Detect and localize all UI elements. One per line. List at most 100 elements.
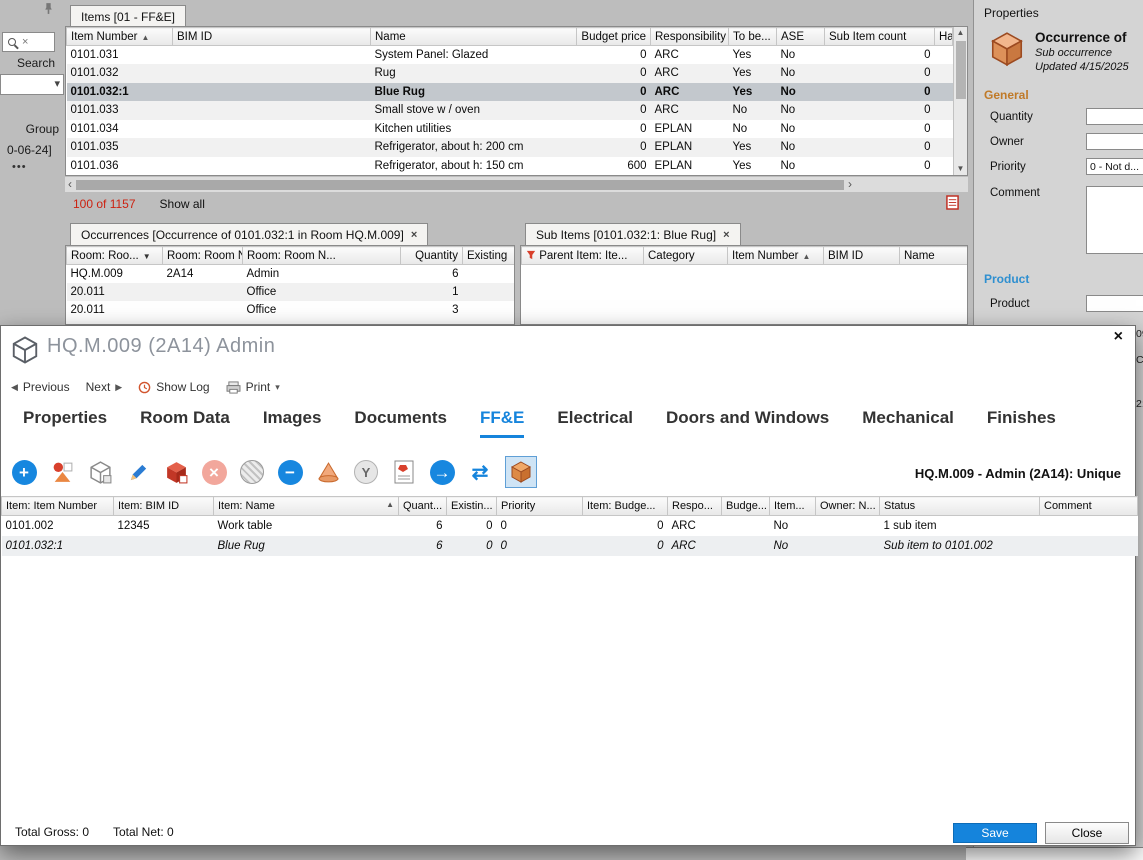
search-box[interactable]: × xyxy=(2,32,55,52)
split-y-icon[interactable]: Y xyxy=(353,459,379,485)
tab-room-data[interactable]: Room Data xyxy=(140,408,230,438)
scroll-left-icon[interactable]: ‹ xyxy=(68,178,72,191)
scroll-down-icon[interactable]: ▼ xyxy=(954,163,967,175)
vertical-scrollbar[interactable]: ▲ ▼ xyxy=(953,27,967,175)
col-header-status[interactable]: Status xyxy=(880,497,1040,516)
scrollbar-thumb[interactable] xyxy=(956,41,966,99)
table-row[interactable]: 20.011Office1 xyxy=(67,283,516,301)
table-row[interactable]: 0101.032:1 Blue Rug 6 0 0 0 ARC No Sub i… xyxy=(2,536,1138,556)
product-box-icon-selected[interactable] xyxy=(505,456,537,488)
table-row[interactable]: 0101.031System Panel: Glazed0ARCYesNo0 xyxy=(67,46,953,65)
col-header-item-number[interactable]: Item Number▲ xyxy=(67,28,173,46)
col-header-sub-item-count[interactable]: Sub Item count xyxy=(825,28,935,46)
edit-pencil-icon[interactable] xyxy=(125,459,151,485)
previous-button[interactable]: ◀Previous xyxy=(11,380,70,394)
col-header-comment[interactable]: Comment xyxy=(1040,497,1138,516)
table-row[interactable]: 0101.033Small stove w / oven0ARCNoNo0 xyxy=(67,101,953,120)
col-header-bim-id[interactable]: Item: BIM ID xyxy=(114,497,214,516)
col-header-room-n1[interactable]: Room: Room N... xyxy=(163,247,243,265)
col-header-name[interactable]: Name xyxy=(900,247,969,265)
print-button[interactable]: Print ▾ xyxy=(226,380,280,394)
table-row[interactable]: HQ.M.0092A14Admin6 xyxy=(67,265,516,283)
col-header-budget-price[interactable]: Budget price xyxy=(577,28,651,46)
table-row[interactable]: 0101.036Refrigerator, about h: 150 cm600… xyxy=(67,157,953,176)
tab-electrical[interactable]: Electrical xyxy=(557,408,633,438)
col-header-budget[interactable]: Budge... xyxy=(722,497,770,516)
col-header-responsibility[interactable]: Respo... xyxy=(668,497,722,516)
col-header-quantity[interactable]: Quantity xyxy=(401,247,463,265)
owner-input[interactable] xyxy=(1086,133,1143,150)
close-tab-icon[interactable]: × xyxy=(411,229,417,241)
table-row[interactable]: 0101.035Refrigerator, about h: 200 cm0EP… xyxy=(67,138,953,157)
cube-outline-icon[interactable] xyxy=(87,459,113,485)
report-icon[interactable] xyxy=(946,195,959,213)
show-all-link[interactable]: Show all xyxy=(160,197,205,211)
tab-documents[interactable]: Documents xyxy=(354,408,447,438)
tab-occurrences[interactable]: Occurrences [Occurrence of 0101.032:1 in… xyxy=(70,223,428,245)
show-log-button[interactable]: Show Log xyxy=(138,380,209,394)
col-header-item-budget[interactable]: Item: Budge... xyxy=(583,497,668,516)
section-general[interactable]: General xyxy=(984,88,1029,102)
delete-icon[interactable]: × xyxy=(201,459,227,485)
red-cube-icon[interactable] xyxy=(163,459,189,485)
table-row-selected[interactable]: 0101.032:1Blue Rug0ARCYesNo0 xyxy=(67,83,953,102)
col-header-quantity[interactable]: Quant... xyxy=(399,497,447,516)
tab-properties[interactable]: Properties xyxy=(23,408,107,438)
cone-icon[interactable] xyxy=(315,459,341,485)
tab-subitems[interactable]: Sub Items [0101.032:1: Blue Rug] × xyxy=(525,223,741,245)
more-button[interactable]: ••• xyxy=(12,161,27,173)
col-header-parent-item[interactable]: Parent Item: Ite... xyxy=(522,247,644,265)
shapes-icon[interactable] xyxy=(49,459,75,485)
table-row[interactable]: 20.011Office3 xyxy=(67,301,516,319)
quantity-input[interactable] xyxy=(1086,108,1143,125)
add-icon[interactable]: + xyxy=(11,459,37,485)
col-header-existing[interactable]: Existin... xyxy=(447,497,497,516)
go-arrow-icon[interactable]: → xyxy=(429,459,455,485)
table-row[interactable]: 0101.002 12345 Work table 6 0 0 0 ARC No… xyxy=(2,516,1138,536)
col-header-item-number[interactable]: Item: Item Number xyxy=(2,497,114,516)
col-header-owner[interactable]: Owner: N... xyxy=(816,497,880,516)
scroll-right-icon[interactable]: › xyxy=(848,178,852,191)
close-tab-icon[interactable]: × xyxy=(723,229,729,241)
col-header-existing[interactable]: Existing xyxy=(463,247,516,265)
col-header-item-number[interactable]: Item Number▲ xyxy=(728,247,824,265)
scrollbar-thumb[interactable] xyxy=(76,180,844,190)
horizontal-scrollbar[interactable]: ‹ › xyxy=(65,177,968,192)
tab-items[interactable]: Items [01 - FF&E] xyxy=(70,5,186,27)
clear-search-icon[interactable]: × xyxy=(22,37,28,48)
tab-doors-and-windows[interactable]: Doors and Windows xyxy=(666,408,829,438)
tab-ffe[interactable]: FF&E xyxy=(480,408,524,438)
hatched-circle-icon[interactable] xyxy=(239,459,265,485)
pin-icon[interactable] xyxy=(42,2,56,16)
remove-minus-icon[interactable]: − xyxy=(277,459,303,485)
document-icon[interactable] xyxy=(391,459,417,485)
filter-dropdown[interactable]: ▾ xyxy=(0,74,64,95)
product-input[interactable] xyxy=(1086,295,1143,312)
col-header-to-be[interactable]: To be... xyxy=(729,28,777,46)
priority-select[interactable]: 0 - Not d... xyxy=(1086,158,1143,175)
col-header-name[interactable]: Name xyxy=(371,28,577,46)
tab-mechanical[interactable]: Mechanical xyxy=(862,408,954,438)
col-header-ase[interactable]: ASE xyxy=(777,28,825,46)
col-header-room-n2[interactable]: Room: Room N... xyxy=(243,247,401,265)
next-button[interactable]: Next▶ xyxy=(86,380,123,394)
col-header-bim-id[interactable]: BIM ID xyxy=(173,28,371,46)
col-header-name[interactable]: Item: Name▲ xyxy=(214,497,399,516)
filter-icon[interactable]: ▼ xyxy=(143,252,151,261)
scroll-up-icon[interactable]: ▲ xyxy=(954,27,967,39)
save-button[interactable]: Save xyxy=(953,823,1037,843)
col-header-priority[interactable]: Priority xyxy=(497,497,583,516)
col-header-bim-id[interactable]: BIM ID xyxy=(824,247,900,265)
close-button[interactable]: Close xyxy=(1045,822,1129,844)
comment-input[interactable] xyxy=(1086,186,1143,254)
sync-icon[interactable]: ⇄ xyxy=(467,459,493,485)
tab-finishes[interactable]: Finishes xyxy=(987,408,1056,438)
col-header-category[interactable]: Category xyxy=(644,247,728,265)
tab-images[interactable]: Images xyxy=(263,408,322,438)
table-row[interactable]: 0101.034Kitchen utilities0EPLANNoNo0 xyxy=(67,120,953,139)
close-icon[interactable]: × xyxy=(1114,328,1123,346)
table-row[interactable]: 0101.032Rug0ARCYesNo0 xyxy=(67,64,953,83)
col-header-responsibility[interactable]: Responsibility xyxy=(651,28,729,46)
col-header-item[interactable]: Item... xyxy=(770,497,816,516)
section-product[interactable]: Product xyxy=(984,272,1029,286)
